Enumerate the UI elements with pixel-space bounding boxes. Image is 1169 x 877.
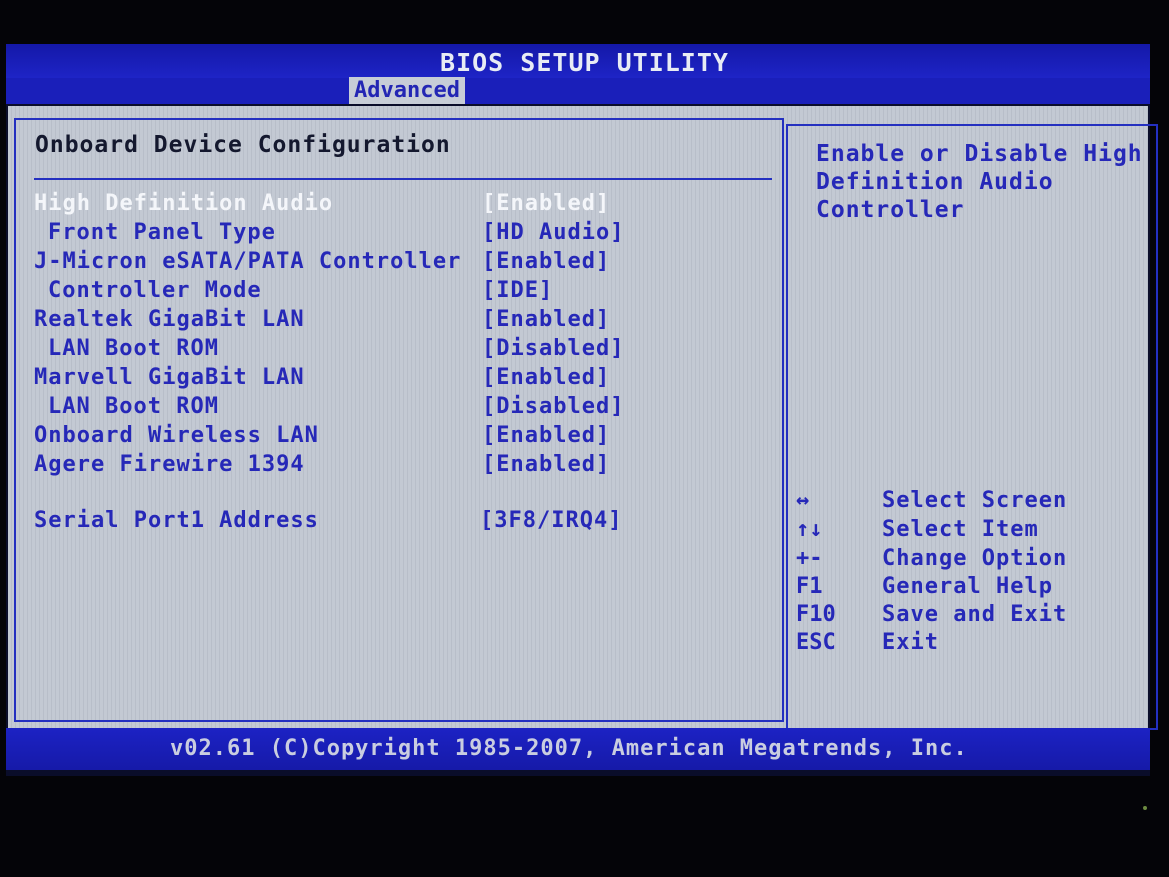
setting-row-firewire[interactable]: Agere Firewire 1394 [Enabled] — [0, 452, 780, 480]
setting-row-controller-mode[interactable]: Controller Mode [IDE] — [0, 278, 780, 306]
key-label: ESC — [796, 630, 836, 655]
setting-row-hd-audio[interactable]: High Definition Audio [Enabled] — [0, 191, 780, 219]
tab-bar — [6, 78, 1150, 104]
key-description: Change Option — [882, 546, 1068, 571]
setting-row-realtek-lan-boot-rom[interactable]: LAN Boot ROM [Disabled] — [0, 336, 780, 364]
key-legend-select-item: ↑↓ Select Item — [796, 517, 1146, 545]
left-right-arrow-icon: ↔ — [796, 488, 810, 513]
key-description: General Help — [882, 574, 1053, 599]
key-legend-exit: ESC Exit — [796, 630, 1146, 658]
key-description: Exit — [882, 630, 939, 655]
setting-label: Controller Mode — [48, 278, 262, 303]
key-legend-save-exit: F10 Save and Exit — [796, 602, 1146, 630]
setting-label: Front Panel Type — [48, 220, 276, 245]
setting-row-jmicron-controller[interactable]: J-Micron eSATA/PATA Controller [Enabled] — [0, 249, 780, 277]
key-description: Save and Exit — [882, 602, 1068, 627]
monitor-power-led — [1143, 806, 1147, 810]
setting-label: J-Micron eSATA/PATA Controller — [34, 249, 462, 274]
copyright-text: v02.61 (C)Copyright 1985-2007, American … — [170, 736, 968, 761]
setting-row-front-panel-type[interactable]: Front Panel Type [HD Audio] — [0, 220, 780, 248]
key-description: Select Screen — [882, 488, 1068, 513]
up-down-arrow-icon: ↑↓ — [796, 517, 823, 542]
setting-value[interactable]: [Enabled] — [482, 191, 610, 216]
setting-label: Serial Port1 Address — [34, 508, 319, 533]
tab-advanced[interactable]: Advanced — [349, 77, 465, 104]
setting-label: Agere Firewire 1394 — [34, 452, 305, 477]
plus-minus-icon: +- — [796, 546, 823, 571]
setting-value[interactable]: [Enabled] — [482, 452, 610, 477]
key-legend-change-option: +- Change Option — [796, 546, 1146, 574]
key-legend-select-screen: ↔ Select Screen — [796, 488, 1146, 516]
setting-value[interactable]: [Enabled] — [482, 249, 610, 274]
setting-value[interactable]: [Disabled] — [482, 394, 624, 419]
setting-row-marvell-lan-boot-rom[interactable]: LAN Boot ROM [Disabled] — [0, 394, 780, 422]
setting-value[interactable]: [Enabled] — [482, 365, 610, 390]
setting-value[interactable]: [Enabled] — [482, 307, 610, 332]
setting-row-wireless-lan[interactable]: Onboard Wireless LAN [Enabled] — [0, 423, 780, 451]
setting-row-serial-port[interactable]: Serial Port1 Address [3F8/IRQ4] — [0, 508, 780, 536]
setting-value[interactable]: [IDE] — [482, 278, 553, 303]
setting-label: Onboard Wireless LAN — [34, 423, 319, 448]
key-description: Select Item — [882, 517, 1039, 542]
window-title: BIOS SETUP UTILITY — [440, 48, 729, 77]
setting-value[interactable]: [HD Audio] — [482, 220, 624, 245]
key-label: F10 — [796, 602, 836, 627]
setting-label: LAN Boot ROM — [48, 394, 219, 419]
section-title: Onboard Device Configuration — [35, 132, 451, 158]
setting-label: High Definition Audio — [34, 191, 334, 216]
setting-label: LAN Boot ROM — [48, 336, 219, 361]
setting-label: Marvell GigaBit LAN — [34, 365, 305, 390]
key-legend-general-help: F1 General Help — [796, 574, 1146, 602]
key-label: F1 — [796, 574, 823, 599]
setting-row-marvell-lan[interactable]: Marvell GigaBit LAN [Enabled] — [0, 365, 780, 393]
setting-row-realtek-lan[interactable]: Realtek GigaBit LAN [Enabled] — [0, 307, 780, 335]
setting-value[interactable]: [Enabled] — [482, 423, 610, 448]
help-description: Enable or Disable High Definition Audio … — [816, 141, 1143, 223]
section-divider — [34, 178, 772, 180]
setting-value[interactable]: [3F8/IRQ4] — [480, 508, 622, 533]
setting-label: Realtek GigaBit LAN — [34, 307, 305, 332]
setting-value[interactable]: [Disabled] — [482, 336, 624, 361]
